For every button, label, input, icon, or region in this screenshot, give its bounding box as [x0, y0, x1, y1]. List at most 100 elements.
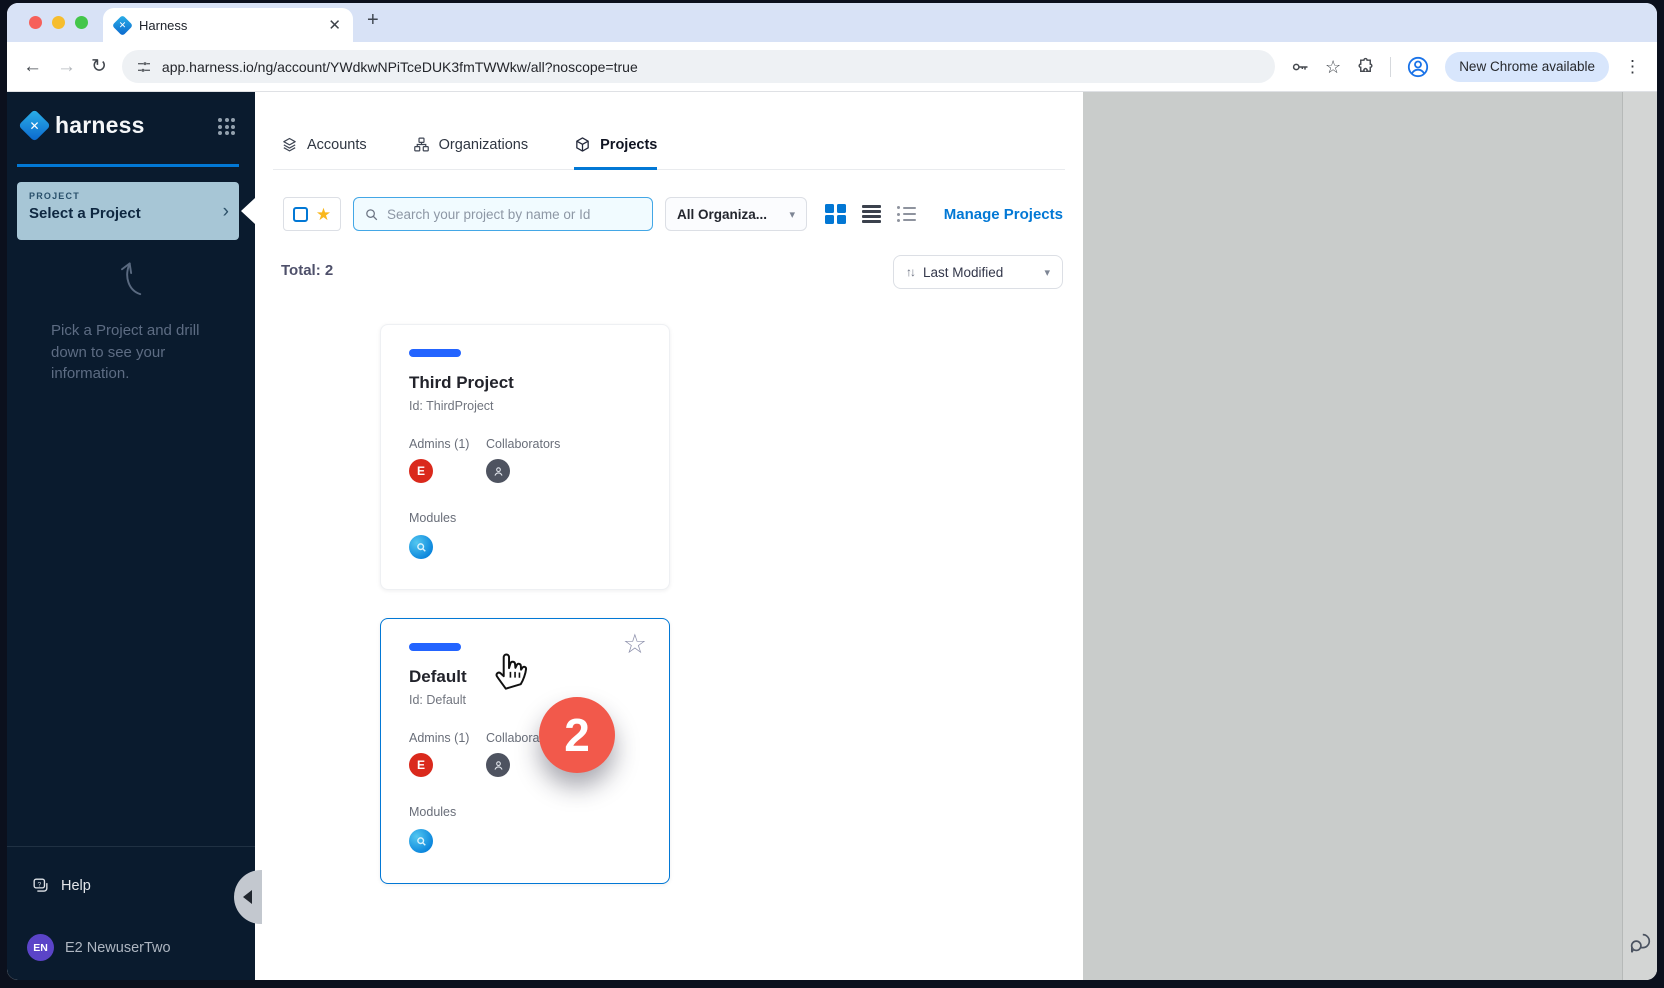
- project-card-default[interactable]: ☆ Default Id: Default Admins (1) Collabo…: [380, 618, 670, 884]
- user-name: E2 NewuserTwo: [65, 940, 171, 956]
- main-content: Accounts Organizations Projects ★: [255, 92, 1083, 980]
- favorites-checkbox[interactable]: [293, 207, 308, 222]
- module-icon[interactable]: [409, 535, 433, 559]
- tab-organizations[interactable]: Organizations: [413, 136, 528, 170]
- extensions-puzzle-icon[interactable]: [1356, 57, 1375, 76]
- project-selector-value: Select a Project: [29, 205, 227, 222]
- tab-organizations-label: Organizations: [439, 137, 528, 153]
- tab-projects[interactable]: Projects: [574, 136, 657, 170]
- browser-tab[interactable]: Harness ✕: [103, 8, 353, 42]
- org-filter-dropdown[interactable]: All Organiza... ▾: [665, 197, 807, 231]
- favorite-star-icon: ★: [316, 206, 331, 223]
- sidebar-bottom-divider: [7, 846, 255, 847]
- svg-text:?: ?: [37, 881, 41, 888]
- modules-label: Modules: [409, 805, 456, 819]
- harness-logo[interactable]: harness: [23, 112, 145, 139]
- help-chat-icon: ?: [31, 876, 50, 895]
- help-label: Help: [61, 878, 91, 894]
- project-id: Id: ThirdProject: [409, 399, 494, 413]
- project-selector[interactable]: PROJECT Select a Project ›: [17, 182, 239, 240]
- compact-view-button[interactable]: [897, 206, 916, 221]
- accounts-layers-icon: [281, 136, 298, 153]
- sketch-arrow-icon: [99, 248, 145, 300]
- org-filter-value: All Organiza...: [677, 207, 767, 222]
- password-key-icon[interactable]: [1290, 57, 1310, 77]
- address-bar[interactable]: app.harness.io/ng/account/YWdkwNPiTceDUK…: [122, 50, 1275, 83]
- chevron-down-icon: ▾: [1044, 266, 1050, 279]
- projects-cube-icon: [574, 136, 591, 153]
- project-id: Id: Default: [409, 693, 466, 707]
- sidebar: harness PROJECT Select a Project › Pick …: [7, 92, 255, 980]
- admins-label: Admins (1): [409, 437, 469, 451]
- admin-avatar[interactable]: E: [409, 753, 433, 777]
- harness-logo-text: harness: [55, 112, 145, 139]
- close-window-button[interactable]: [29, 16, 42, 29]
- filter-bar: ★ All Organiza... ▾ Manage Projects: [283, 196, 1063, 232]
- list-view-button[interactable]: [862, 205, 881, 223]
- collaborator-avatar[interactable]: [486, 459, 510, 483]
- chevron-right-icon: ›: [223, 201, 229, 223]
- collaborator-avatar[interactable]: [486, 753, 510, 777]
- app-switcher-icon[interactable]: [218, 118, 235, 135]
- tab-accounts[interactable]: Accounts: [281, 136, 367, 170]
- site-info-icon[interactable]: [136, 59, 152, 75]
- new-tab-button[interactable]: +: [367, 9, 379, 32]
- sidebar-divider: [17, 164, 239, 167]
- total-count: Total: 2: [281, 262, 333, 279]
- minimize-window-button[interactable]: [52, 16, 65, 29]
- back-button[interactable]: ←: [23, 57, 42, 76]
- module-icon[interactable]: [409, 829, 433, 853]
- harness-logo-icon: [18, 109, 51, 142]
- scope-tabs-header: Accounts Organizations Projects: [273, 92, 1065, 170]
- modules-label: Modules: [409, 511, 456, 525]
- project-color-bar: [409, 643, 461, 651]
- bookmark-star-icon[interactable]: ☆: [1325, 58, 1341, 76]
- favorites-filter[interactable]: ★: [283, 197, 341, 231]
- chat-bubbles-icon[interactable]: [1627, 930, 1653, 956]
- organizations-hierarchy-icon: [413, 136, 430, 153]
- forward-button[interactable]: →: [57, 57, 76, 76]
- url-text: app.harness.io/ng/account/YWdkwNPiTceDUK…: [162, 59, 638, 75]
- reload-button[interactable]: ↻: [91, 57, 107, 76]
- new-chrome-available-button[interactable]: New Chrome available: [1445, 52, 1609, 82]
- admins-label: Admins (1): [409, 731, 469, 745]
- scope-tabs: Accounts Organizations Projects: [281, 136, 657, 170]
- project-color-bar: [409, 349, 461, 357]
- grid-view-button[interactable]: [825, 204, 846, 225]
- admin-avatar[interactable]: E: [409, 459, 433, 483]
- app-area: harness PROJECT Select a Project › Pick …: [7, 92, 1657, 980]
- profile-avatar-icon[interactable]: [1406, 55, 1430, 79]
- tab-accounts-label: Accounts: [307, 137, 367, 153]
- hand-cursor-icon: [491, 647, 531, 691]
- browser-menu-icon[interactable]: ⋮: [1624, 57, 1641, 77]
- manage-projects-link[interactable]: Manage Projects: [944, 206, 1063, 223]
- browser-toolbar: ← → ↻ app.harness.io/ng/account/YWdkwNPi…: [7, 42, 1657, 92]
- chevron-down-icon: ▾: [789, 208, 795, 221]
- project-selector-label: PROJECT: [29, 191, 227, 201]
- harness-favicon-icon: [112, 14, 133, 35]
- person-icon: [492, 759, 505, 772]
- collaborators-label: Collaborators: [486, 437, 560, 451]
- desktop-background: [1083, 92, 1657, 980]
- side-panel-strip: [1622, 92, 1657, 980]
- search-icon: [364, 207, 379, 222]
- sort-dropdown[interactable]: ↑↓ Last Modified ▾: [893, 255, 1063, 289]
- selector-pointer-notch: [241, 198, 255, 224]
- person-icon: [492, 465, 505, 478]
- search-input[interactable]: [387, 207, 642, 222]
- module-magnifier-icon: [415, 835, 428, 848]
- project-card-third-project[interactable]: Third Project Id: ThirdProject Admins (1…: [380, 324, 670, 590]
- help-button[interactable]: ? Help: [31, 876, 91, 895]
- user-menu[interactable]: EN E2 NewuserTwo: [27, 934, 171, 961]
- project-title: Third Project: [409, 373, 514, 393]
- annotation-step-badge: 2: [539, 697, 615, 773]
- zoom-window-button[interactable]: [75, 16, 88, 29]
- project-search[interactable]: [353, 197, 653, 231]
- tab-close-icon[interactable]: ✕: [328, 16, 341, 34]
- sort-arrows-icon: ↑↓: [906, 265, 914, 279]
- browser-tab-title: Harness: [139, 18, 319, 33]
- collapse-arrow-icon: [243, 890, 252, 904]
- module-magnifier-icon: [415, 541, 428, 554]
- favorite-toggle-star-icon[interactable]: ☆: [623, 631, 647, 658]
- toolbar-divider: [1390, 57, 1391, 77]
